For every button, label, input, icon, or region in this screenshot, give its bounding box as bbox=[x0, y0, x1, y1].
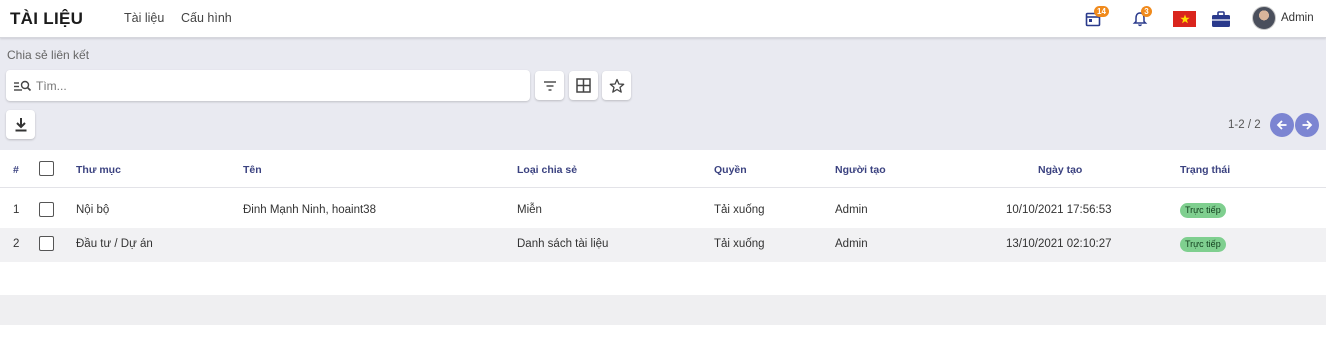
row-checkbox[interactable] bbox=[39, 202, 54, 217]
row-index: 1 bbox=[13, 204, 20, 216]
shares-table: # Thư mục Tên Loại chia sẻ Quyền Người t… bbox=[0, 150, 1326, 341]
prev-page-button[interactable] bbox=[1270, 113, 1294, 137]
arrow-left-icon bbox=[1276, 120, 1287, 130]
col-name[interactable]: Tên bbox=[243, 164, 262, 176]
filter-icon bbox=[543, 80, 556, 91]
row-checkbox[interactable] bbox=[39, 236, 54, 251]
download-icon bbox=[15, 118, 26, 132]
row-created-date: 10/10/2021 17:56:53 bbox=[1006, 204, 1112, 216]
apps-button[interactable] bbox=[1210, 8, 1232, 30]
pagination-range: 1-2 / 2 bbox=[1228, 119, 1261, 131]
nav-cau-hinh[interactable]: Cấu hình bbox=[181, 11, 232, 25]
col-permission[interactable]: Quyền bbox=[714, 164, 747, 176]
select-all-checkbox[interactable] bbox=[39, 161, 54, 176]
row-name: Đinh Mạnh Ninh, hoaint38 bbox=[243, 204, 376, 216]
notification-badge: 3 bbox=[1141, 6, 1152, 17]
language-flag-vietnam-icon[interactable] bbox=[1173, 11, 1196, 27]
col-created-date[interactable]: Ngày tạo bbox=[1038, 164, 1082, 176]
col-creator[interactable]: Người tạo bbox=[835, 164, 886, 176]
row-share-type: Danh sách tài liệu bbox=[517, 238, 609, 250]
col-share-type[interactable]: Loại chia sẻ bbox=[517, 164, 577, 176]
user-avatar[interactable] bbox=[1252, 6, 1276, 30]
search-input[interactable] bbox=[36, 78, 516, 93]
filter-button[interactable] bbox=[535, 71, 564, 100]
col-index: # bbox=[13, 164, 19, 176]
row-creator: Admin bbox=[835, 238, 868, 250]
row-creator: Admin bbox=[835, 204, 868, 216]
search-box[interactable] bbox=[6, 70, 530, 101]
table-row[interactable]: 2 Đầu tư / Dự án Danh sách tài liệu Tải … bbox=[0, 228, 1326, 262]
next-page-button[interactable] bbox=[1295, 113, 1319, 137]
calendar-badge: 14 bbox=[1094, 6, 1109, 17]
row-share-type: Miễn bbox=[517, 204, 542, 216]
table-row[interactable]: 1 Nội bộ Đinh Mạnh Ninh, hoaint38 Miễn T… bbox=[0, 194, 1326, 228]
table-empty-row bbox=[0, 295, 1326, 325]
star-icon bbox=[1179, 14, 1190, 24]
row-permission: Tải xuống bbox=[714, 204, 765, 216]
columns-button[interactable] bbox=[569, 71, 598, 100]
grid-icon bbox=[576, 78, 591, 93]
row-permission: Tải xuống bbox=[714, 238, 765, 250]
row-folder: Đầu tư / Dự án bbox=[76, 238, 153, 250]
star-outline-icon bbox=[609, 78, 624, 93]
app-title: TÀI LIỆU bbox=[10, 9, 84, 28]
row-created-date: 13/10/2021 02:10:27 bbox=[1006, 238, 1112, 250]
download-button[interactable] bbox=[6, 110, 35, 139]
status-badge: Trực tiếp bbox=[1180, 237, 1226, 252]
calendar-button[interactable]: 14 bbox=[1082, 6, 1109, 30]
search-icon bbox=[14, 79, 32, 93]
favorite-button[interactable] bbox=[602, 71, 631, 100]
arrow-right-icon bbox=[1302, 120, 1313, 130]
row-folder: Nội bộ bbox=[76, 204, 110, 216]
user-name[interactable]: Admin bbox=[1281, 12, 1314, 24]
table-header: # Thư mục Tên Loại chia sẻ Quyền Người t… bbox=[0, 150, 1326, 188]
nav-tai-lieu[interactable]: Tài liệu bbox=[124, 11, 164, 25]
briefcase-icon bbox=[1212, 10, 1230, 27]
status-badge: Trực tiếp bbox=[1180, 203, 1226, 218]
top-bar: TÀI LIỆU Tài liệu Cấu hình 14 3 Admin bbox=[0, 0, 1326, 38]
col-status[interactable]: Trạng thái bbox=[1180, 164, 1230, 176]
page-subtitle: Chia sẻ liên kết bbox=[7, 48, 90, 62]
notification-button[interactable]: 3 bbox=[1129, 6, 1152, 30]
row-index: 2 bbox=[13, 238, 20, 250]
col-folder[interactable]: Thư mục bbox=[76, 164, 121, 176]
